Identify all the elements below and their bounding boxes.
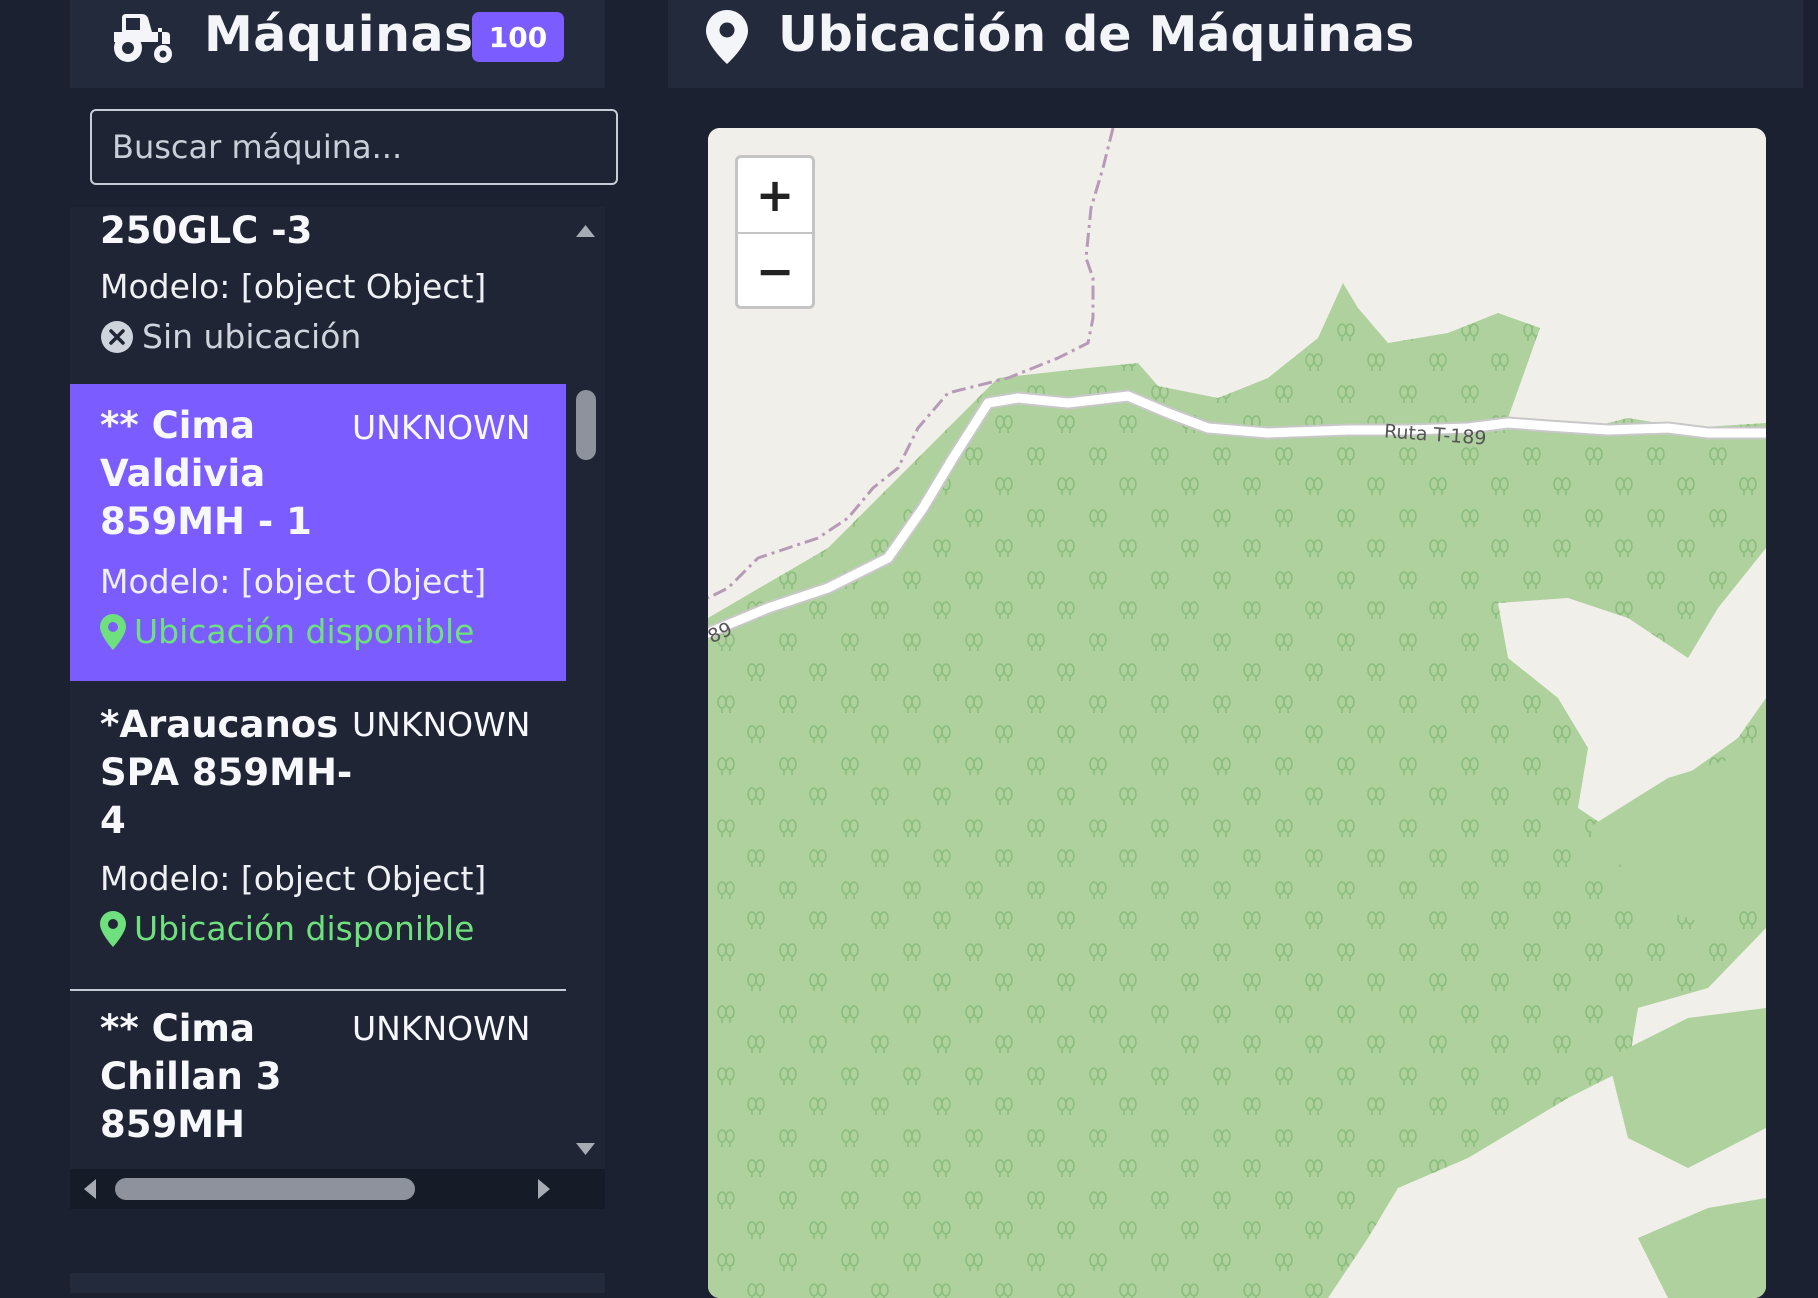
machine-name: *Araucanos SPA 859MH- 4 [100, 703, 353, 842]
machine-name: ** Cima Chillan 3 859MH [100, 1007, 282, 1146]
next-panel-edge [70, 1273, 605, 1293]
vertical-scroll-thumb[interactable] [576, 390, 596, 460]
machines-title: Máquinas [204, 6, 474, 63]
machine-location-status: Ubicación disponible [100, 909, 475, 948]
machine-name: ** Cima Valdivia 859MH - 1 [100, 404, 312, 543]
machine-model: Modelo: [object Object] [100, 267, 487, 306]
search-input[interactable] [90, 109, 618, 185]
zoom-out-button[interactable]: − [738, 234, 812, 308]
map-header: Ubicación de Máquinas [668, 0, 1803, 88]
machine-count-badge: 100 [472, 12, 564, 62]
map-tiles [708, 128, 1766, 1298]
zoom-control: + − [735, 155, 815, 309]
scroll-down-icon[interactable] [566, 1133, 605, 1163]
machine-status: UNKNOWN [352, 705, 531, 744]
machine-status: UNKNOWN [352, 1009, 531, 1048]
machine-name: 250GLC -3 [100, 209, 313, 252]
machine-status: UNKNOWN [352, 408, 531, 447]
map-view[interactable]: Ruta T-189 89 + − [708, 128, 1766, 1298]
machine-location-status: Sin ubicación [100, 317, 361, 356]
machine-model: Modelo: [object Object] [100, 859, 487, 898]
horizontal-scrollbar[interactable] [70, 1169, 605, 1209]
vertical-scrollbar[interactable] [566, 207, 605, 1169]
map-title: Ubicación de Máquinas [778, 6, 1415, 63]
machines-header: Máquinas 100 [70, 0, 605, 88]
map-pin-icon [100, 613, 126, 650]
machine-list[interactable]: 250GLC -3 Modelo: [object Object] Sin ub… [70, 207, 605, 1209]
horizontal-scroll-thumb[interactable] [115, 1178, 415, 1200]
location-label: Sin ubicación [142, 317, 362, 356]
machine-location-status: Ubicación disponible [100, 612, 475, 651]
location-label: Ubicación disponible [134, 909, 475, 948]
map-pin-icon [706, 10, 748, 64]
machine-item-selected[interactable]: ** Cima Valdivia 859MH - 1 UNKNOWN Model… [70, 384, 566, 681]
machine-item[interactable]: 250GLC -3 Modelo: [object Object] Sin ub… [70, 207, 566, 356]
zoom-in-button[interactable]: + [738, 158, 812, 232]
scroll-left-icon[interactable] [74, 1169, 104, 1209]
machine-item[interactable]: ** Cima Chillan 3 859MH UNKNOWN [70, 991, 566, 1169]
machine-model: Modelo: [object Object] [100, 562, 487, 601]
scroll-right-icon[interactable] [530, 1169, 560, 1209]
x-circle-icon [101, 320, 133, 353]
scroll-up-icon[interactable] [566, 217, 605, 247]
machine-list-viewport: 250GLC -3 Modelo: [object Object] Sin ub… [70, 207, 566, 1169]
tractor-icon [114, 14, 172, 63]
map-pin-icon [100, 910, 126, 947]
location-label: Ubicación disponible [134, 612, 475, 651]
machine-item[interactable]: *Araucanos SPA 859MH- 4 UNKNOWN Modelo: … [70, 681, 566, 981]
